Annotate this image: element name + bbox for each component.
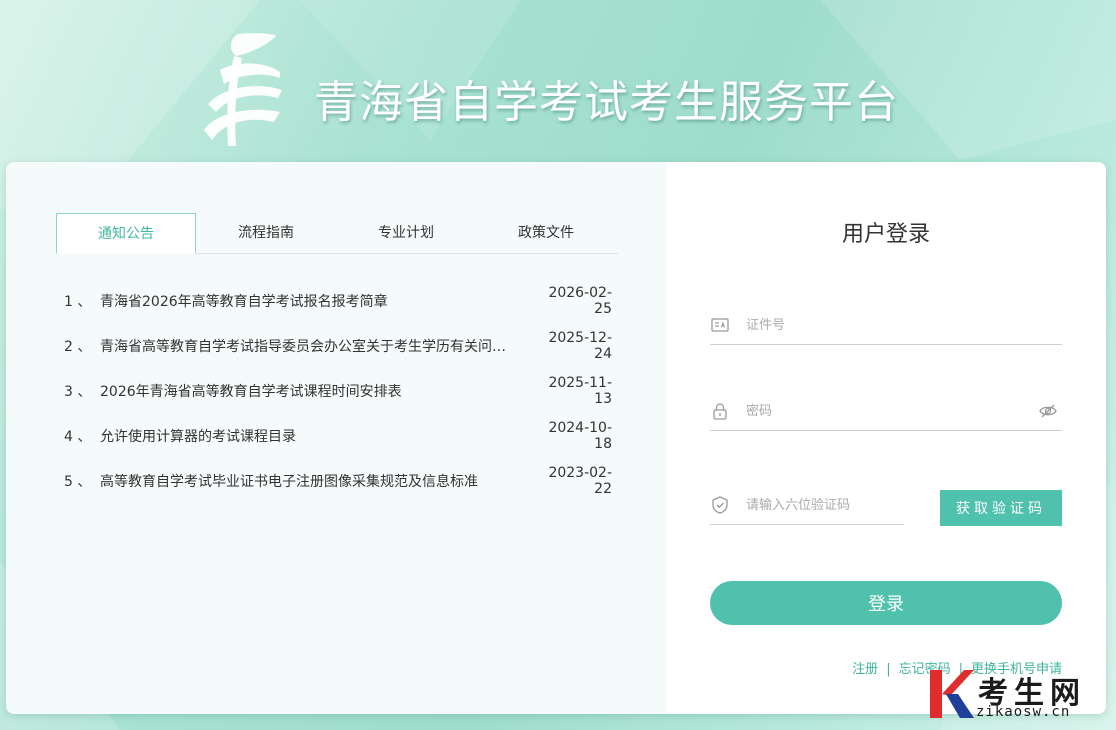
site-title: 青海省自学考试考生服务平台 <box>314 77 899 128</box>
news-item[interactable]: 3 、 2026年青海省高等教育自学考试课程时间安排表 2025-11-13 <box>64 368 612 413</box>
get-code-button[interactable]: 获取验证码 <box>940 490 1062 526</box>
news-number: 5 、 <box>64 473 92 490</box>
id-card-icon <box>711 318 729 332</box>
watermark-k-icon <box>930 670 974 718</box>
news-title[interactable]: 2026年青海省高等教育自学考试课程时间安排表 <box>100 381 534 401</box>
password-field <box>710 392 1062 431</box>
news-title[interactable]: 青海省高等教育自学考试指导委员会办公室关于考生学历有关问题的通知 <box>100 336 534 356</box>
news-item[interactable]: 1 、 青海省2026年高等教育自学考试报名报考简章 2026-02-25 <box>64 278 612 323</box>
news-date: 2026-02-25 <box>548 284 612 317</box>
news-date: 2023-02-22 <box>548 464 612 497</box>
id-number-input[interactable] <box>744 316 1062 334</box>
shield-icon <box>712 496 728 514</box>
news-title[interactable]: 允许使用计算器的考试课程目录 <box>100 426 534 446</box>
news-date: 2025-12-24 <box>548 329 612 362</box>
news-date: 2025-11-13 <box>548 374 612 407</box>
tab-major-plan[interactable]: 专业计划 <box>336 213 476 253</box>
watermark-domain: zikaosw.cn <box>976 704 1071 720</box>
logo-icon <box>204 33 282 146</box>
main-card: 通知公告 流程指南 专业计划 政策文件 1 、 青海省2026年高等教育自学考试… <box>6 162 1106 714</box>
news-number: 1 、 <box>64 293 92 310</box>
news-item[interactable]: 2 、 青海省高等教育自学考试指导委员会办公室关于考生学历有关问题的通知 202… <box>64 323 612 368</box>
tab-bar: 通知公告 流程指南 专业计划 政策文件 <box>56 213 618 254</box>
news-number: 4 、 <box>64 428 92 445</box>
news-date: 2024-10-18 <box>548 419 612 452</box>
notice-panel: 通知公告 流程指南 专业计划 政策文件 1 、 青海省2026年高等教育自学考试… <box>6 162 666 714</box>
verification-code-field <box>710 486 918 525</box>
link-separator: | <box>886 662 891 677</box>
news-list: 1 、 青海省2026年高等教育自学考试报名报考简章 2026-02-25 2 … <box>64 278 612 503</box>
verification-code-input[interactable] <box>744 496 918 514</box>
login-button[interactable]: 登录 <box>710 581 1062 625</box>
news-title[interactable]: 高等教育自学考试毕业证书电子注册图像采集规范及信息标准 <box>100 471 534 491</box>
news-item[interactable]: 4 、 允许使用计算器的考试课程目录 2024-10-18 <box>64 413 612 458</box>
news-item[interactable]: 5 、 高等教育自学考试毕业证书电子注册图像采集规范及信息标准 2023-02-… <box>64 458 612 503</box>
tab-process-guide[interactable]: 流程指南 <box>196 213 336 253</box>
news-number: 2 、 <box>64 338 92 355</box>
tab-policy-documents[interactable]: 政策文件 <box>476 213 616 253</box>
password-input[interactable] <box>744 402 1038 420</box>
watermark: 考生网 zikaosw.cn <box>928 668 1112 724</box>
login-title: 用户登录 <box>841 222 930 247</box>
news-number: 3 、 <box>64 383 92 400</box>
tab-notices[interactable]: 通知公告 <box>56 213 196 254</box>
eye-hidden-icon[interactable] <box>1038 401 1058 421</box>
header: 青海省自学考试考生服务平台 <box>0 0 1116 163</box>
news-title[interactable]: 青海省2026年高等教育自学考试报名报考简章 <box>100 291 534 311</box>
lock-icon <box>713 403 727 420</box>
login-panel: 用户登录 证件号 请输入六位验证码 获取验证码 登录 注册 | 忘记密码 | 更… <box>666 162 1106 714</box>
register-link[interactable]: 注册 <box>852 662 878 677</box>
id-number-field <box>710 306 1062 345</box>
